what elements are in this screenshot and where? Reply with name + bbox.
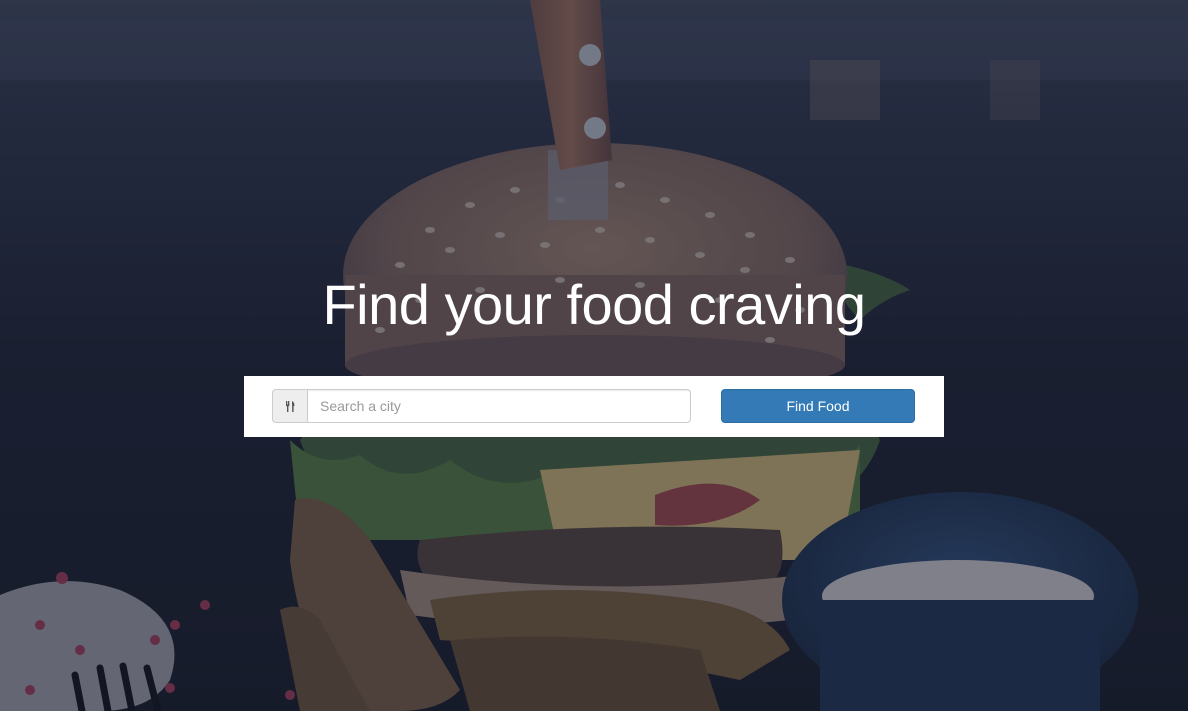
search-panel: Find Food bbox=[244, 376, 944, 437]
hero-section: Find your food craving Find Food bbox=[0, 0, 1188, 711]
burger-background-image bbox=[0, 0, 1188, 711]
find-food-button[interactable]: Find Food bbox=[721, 389, 915, 423]
search-input-group bbox=[272, 389, 691, 423]
city-search-input[interactable] bbox=[307, 389, 691, 423]
hero-headline: Find your food craving bbox=[322, 273, 866, 336]
cutlery-icon bbox=[272, 389, 307, 423]
